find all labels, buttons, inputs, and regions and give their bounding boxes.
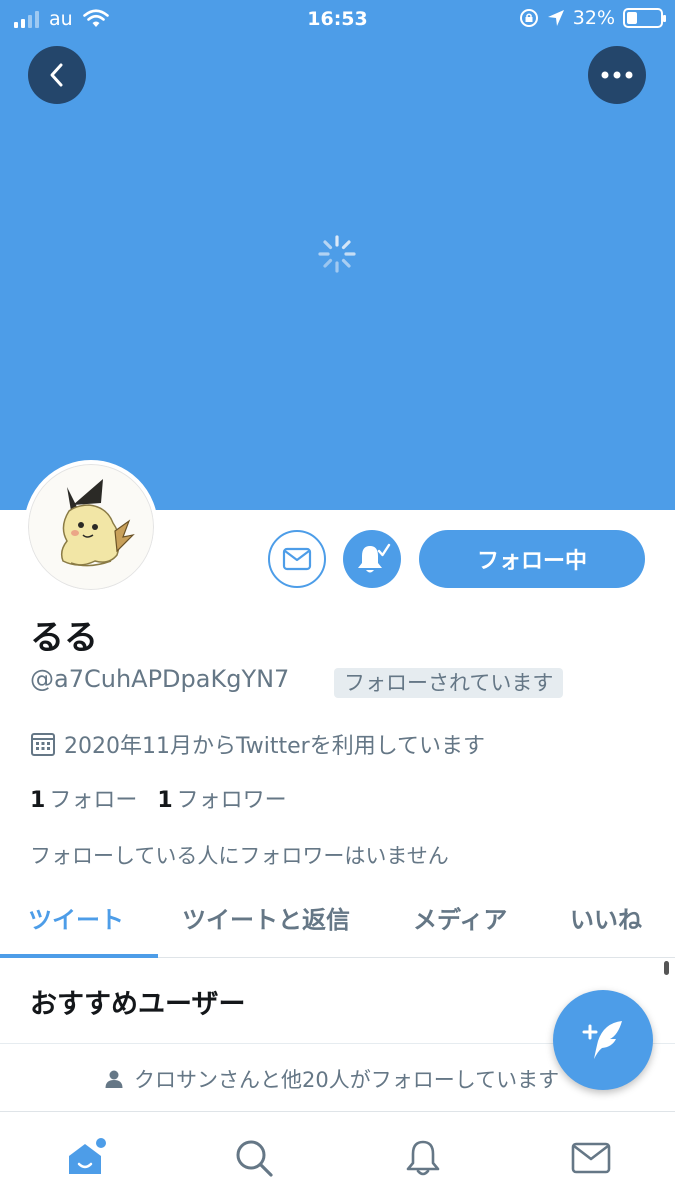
following-button[interactable]: フォロー中 — [419, 530, 645, 588]
battery-fill — [627, 12, 637, 24]
mutual-followers-note: フォローしている人にフォロワーはいません — [30, 844, 449, 868]
more-horizontal-icon — [601, 71, 633, 79]
battery-icon — [623, 8, 666, 28]
follows-you-badge: フォローされています — [334, 668, 564, 698]
profile-banner: au 16:53 32% — [0, 0, 675, 510]
following-label: フォロー — [49, 788, 138, 813]
nav-notifications[interactable] — [399, 1134, 447, 1182]
compose-feather-icon — [582, 1021, 622, 1059]
back-button[interactable] — [28, 46, 86, 104]
follow-counts: 1 フォロー 1 フォロワー — [30, 782, 287, 814]
notification-button[interactable] — [343, 530, 401, 588]
search-icon — [236, 1140, 273, 1177]
following-count: 1 — [30, 788, 46, 813]
home-icon — [69, 1138, 106, 1174]
nav-search[interactable] — [230, 1134, 278, 1182]
followers-count: 1 — [157, 788, 173, 813]
envelope-icon — [571, 1142, 611, 1174]
tab-tweets[interactable]: ツイート — [28, 900, 124, 935]
message-button[interactable] — [268, 530, 326, 588]
joined-text: 2020年11月からTwitterを利用しています — [64, 734, 486, 759]
followers-label: フォロワー — [176, 788, 287, 813]
following-link[interactable]: 1 フォロー — [30, 782, 137, 814]
nav-home[interactable] — [61, 1134, 109, 1182]
nav-messages[interactable] — [567, 1134, 615, 1182]
rotation-lock-icon — [519, 9, 538, 27]
status-bar: au 16:53 32% — [0, 0, 675, 40]
tab-tweets-and-replies[interactable]: ツイートと返信 — [182, 900, 350, 935]
avatar-image — [60, 479, 135, 567]
recommended-users-title: おすすめユーザー — [30, 989, 246, 1020]
person-icon — [105, 1070, 123, 1088]
avatar[interactable] — [24, 460, 158, 594]
chevron-left-icon — [50, 63, 63, 87]
followed-by-context: クロサンさんと他20人がフォローしています — [104, 1064, 574, 1094]
envelope-icon — [282, 547, 312, 571]
joined-date: 2020年11月からTwitterを利用しています — [30, 728, 485, 760]
bell-check-icon — [358, 543, 391, 573]
profile-handle: @a7CuhAPDpaKgYN7 — [30, 665, 290, 693]
bell-icon — [406, 1140, 440, 1176]
calendar-icon — [31, 733, 55, 756]
tab-likes[interactable]: いいね — [570, 900, 642, 935]
location-icon — [547, 10, 564, 26]
profile-tabs: ツイート ツイートと返信 メディア いいね — [0, 878, 675, 958]
more-button[interactable] — [588, 46, 646, 104]
spinner-icon — [318, 235, 356, 273]
followers-link[interactable]: 1 フォロワー — [157, 782, 286, 814]
battery-percent: 32% — [572, 7, 615, 29]
bottom-navigation — [0, 1111, 675, 1200]
profile-name: るる — [30, 618, 98, 658]
compose-tweet-button[interactable] — [553, 990, 653, 1090]
status-right: 32% — [519, 7, 666, 29]
tab-media[interactable]: メディア — [413, 900, 507, 935]
followed-by-text: クロサンさんと他20人がフォローしています — [134, 1068, 560, 1092]
scrollbar[interactable] — [664, 961, 669, 975]
active-tab-indicator — [0, 954, 158, 958]
